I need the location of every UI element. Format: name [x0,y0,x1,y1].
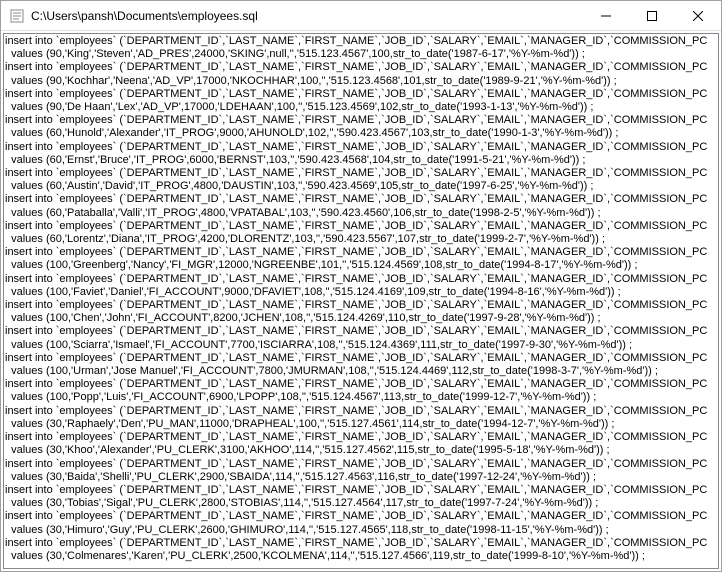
window-controls [583,1,721,30]
minimize-button[interactable] [583,1,629,30]
maximize-button[interactable] [629,1,675,30]
titlebar[interactable]: C:\Users\pansh\Documents\employees.sql [1,1,721,31]
text-editor[interactable]: insert into `employees` (`DEPARTMENT_ID`… [4,34,718,568]
app-icon [9,8,25,24]
close-button[interactable] [675,1,721,30]
content-area: insert into `employees` (`DEPARTMENT_ID`… [3,33,719,569]
window-title: C:\Users\pansh\Documents\employees.sql [31,9,583,23]
